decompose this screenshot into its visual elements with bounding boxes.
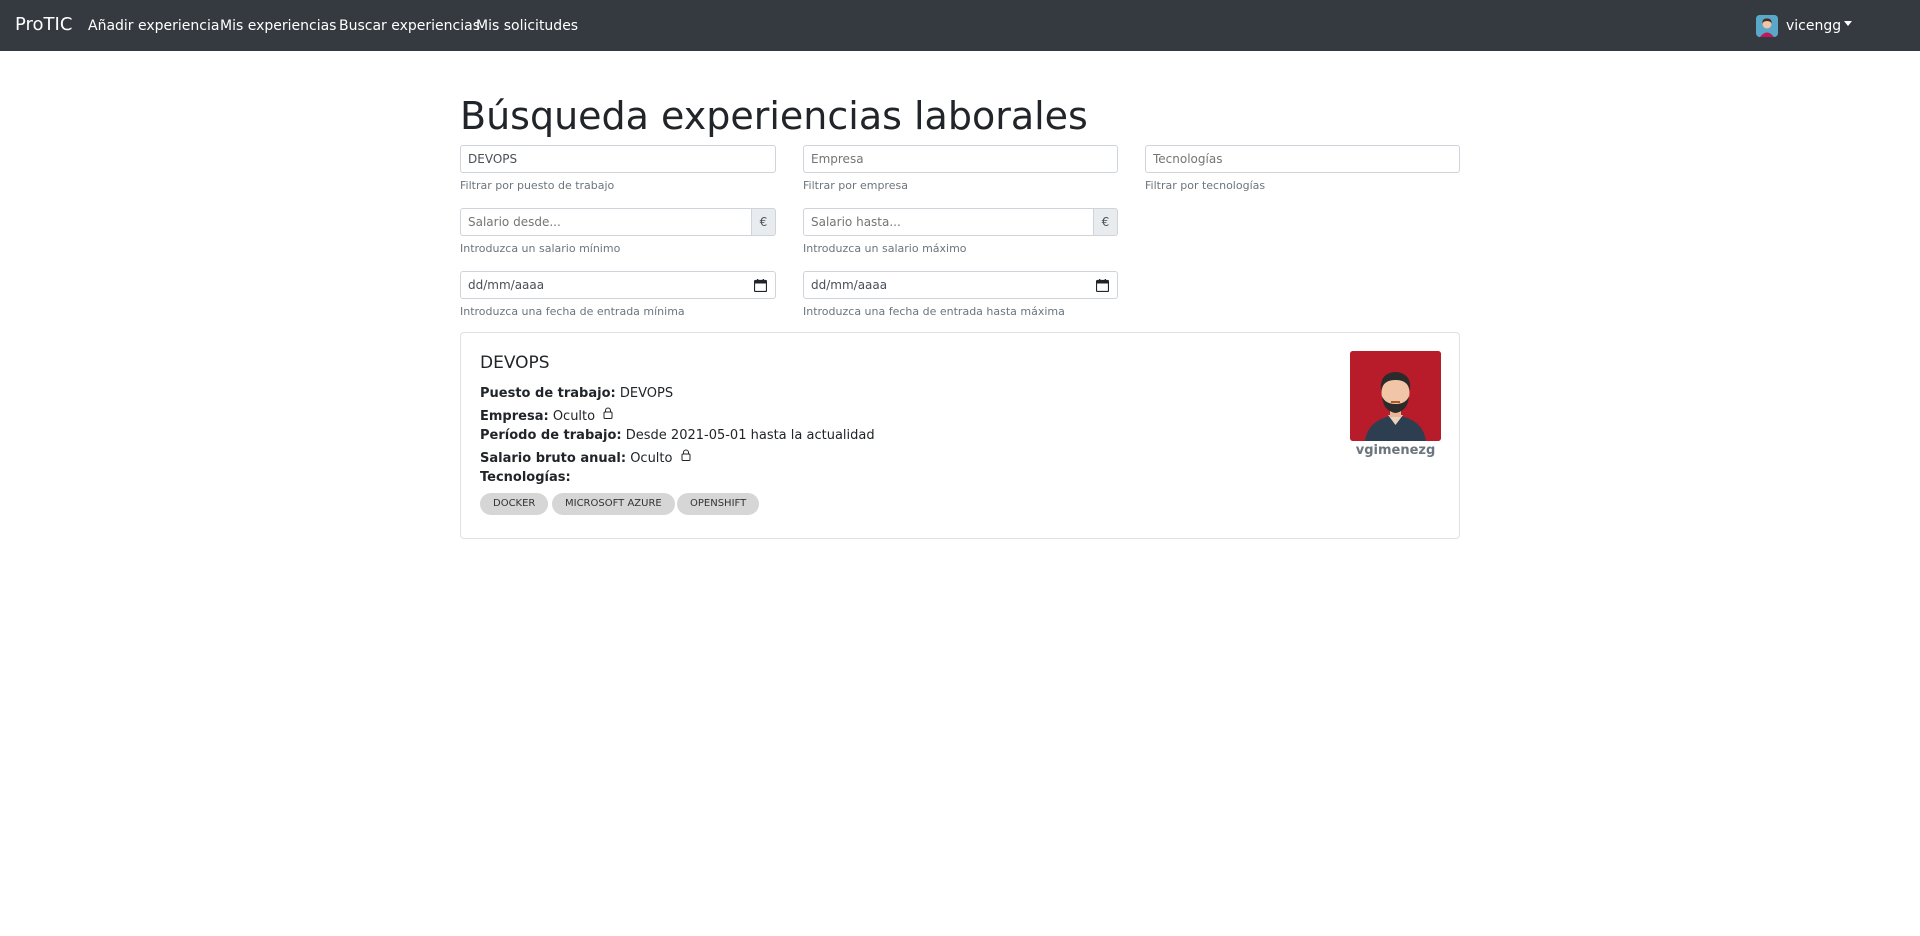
period-value: Desde 2021-05-01 hasta la actualidad — [625, 428, 875, 443]
euro-addon: € — [752, 208, 776, 236]
salary-label: Salario bruto anual: — [480, 451, 627, 466]
salary-to-input[interactable] — [803, 208, 1094, 236]
company-row: Empresa: Oculto — [480, 407, 613, 424]
tech-badge: MICROSOFT AZURE — [552, 493, 675, 515]
date-from-help: Introduzca una fecha de entrada mínima — [460, 305, 685, 318]
company-filter-input[interactable] — [803, 145, 1118, 173]
date-to-input[interactable]: dd/mm/aaaa — [803, 271, 1118, 299]
date-from-input[interactable]: dd/mm/aaaa — [460, 271, 776, 299]
company-filter-help: Filtrar por empresa — [803, 179, 908, 192]
nav-my-experiences[interactable]: Mis experiencias — [220, 18, 336, 34]
user-menu-dropdown[interactable]: vicengg — [1756, 14, 1853, 38]
period-label: Período de trabajo: — [480, 428, 622, 443]
company-value: Oculto — [552, 409, 596, 424]
date-from-value: dd/mm/aaaa — [468, 278, 545, 292]
author-username[interactable]: vgimenezg — [1350, 443, 1441, 458]
position-filter-input[interactable] — [460, 145, 776, 173]
nav-search-experiences[interactable]: Buscar experiencias — [339, 18, 480, 34]
tech-badge: DOCKER — [480, 493, 549, 515]
lock-icon — [603, 407, 613, 419]
position-value: DEVOPS — [619, 386, 674, 401]
top-navbar: ProTIC Añadir experiencia Mis experienci… — [0, 0, 1920, 51]
salary-row: Salario bruto anual: Oculto — [480, 449, 691, 466]
position-label: Puesto de trabajo: — [480, 386, 616, 401]
calendar-icon[interactable] — [1096, 279, 1109, 292]
position-filter-help: Filtrar por puesto de trabajo — [460, 179, 615, 192]
salary-to-help: Introduzca un salario máximo — [803, 242, 967, 255]
page-title: Búsqueda experiencias laborales — [460, 94, 1088, 138]
chevron-down-icon — [1844, 20, 1853, 26]
calendar-icon[interactable] — [754, 279, 767, 292]
salary-from-help: Introduzca un salario mínimo — [460, 242, 621, 255]
position-row: Puesto de trabajo: DEVOPS — [480, 386, 673, 401]
user-avatar-icon — [1756, 15, 1778, 37]
username-label: vicengg — [1786, 18, 1842, 34]
period-row: Período de trabajo: Desde 2021-05-01 has… — [480, 428, 875, 443]
nav-my-requests[interactable]: Mis solicitudes — [476, 18, 578, 34]
tech-badge: OPENSHIFT — [677, 493, 760, 515]
lock-icon — [681, 449, 691, 461]
technologies-filter-input[interactable] — [1145, 145, 1460, 173]
company-label: Empresa: — [480, 409, 549, 424]
technologies-label: Tecnologías: — [480, 470, 571, 485]
salary-from-input[interactable] — [460, 208, 752, 236]
card-title: DEVOPS — [480, 353, 550, 373]
date-to-help: Introduzca una fecha de entrada hasta má… — [803, 305, 1065, 318]
nav-add-experience[interactable]: Añadir experiencia — [88, 18, 219, 34]
euro-addon: € — [1094, 208, 1118, 236]
date-to-value: dd/mm/aaaa — [811, 278, 888, 292]
salary-value: Oculto — [630, 451, 673, 466]
brand-link[interactable]: ProTIC — [15, 14, 72, 35]
experience-card: DEVOPS Puesto de trabajo: DEVOPS Empresa… — [460, 332, 1460, 539]
user-avatar[interactable] — [1350, 351, 1441, 441]
technologies-row: Tecnologías: — [480, 470, 571, 485]
person-avatar-icon — [1350, 351, 1441, 441]
technologies-filter-help: Filtrar por tecnologías — [1145, 179, 1266, 192]
